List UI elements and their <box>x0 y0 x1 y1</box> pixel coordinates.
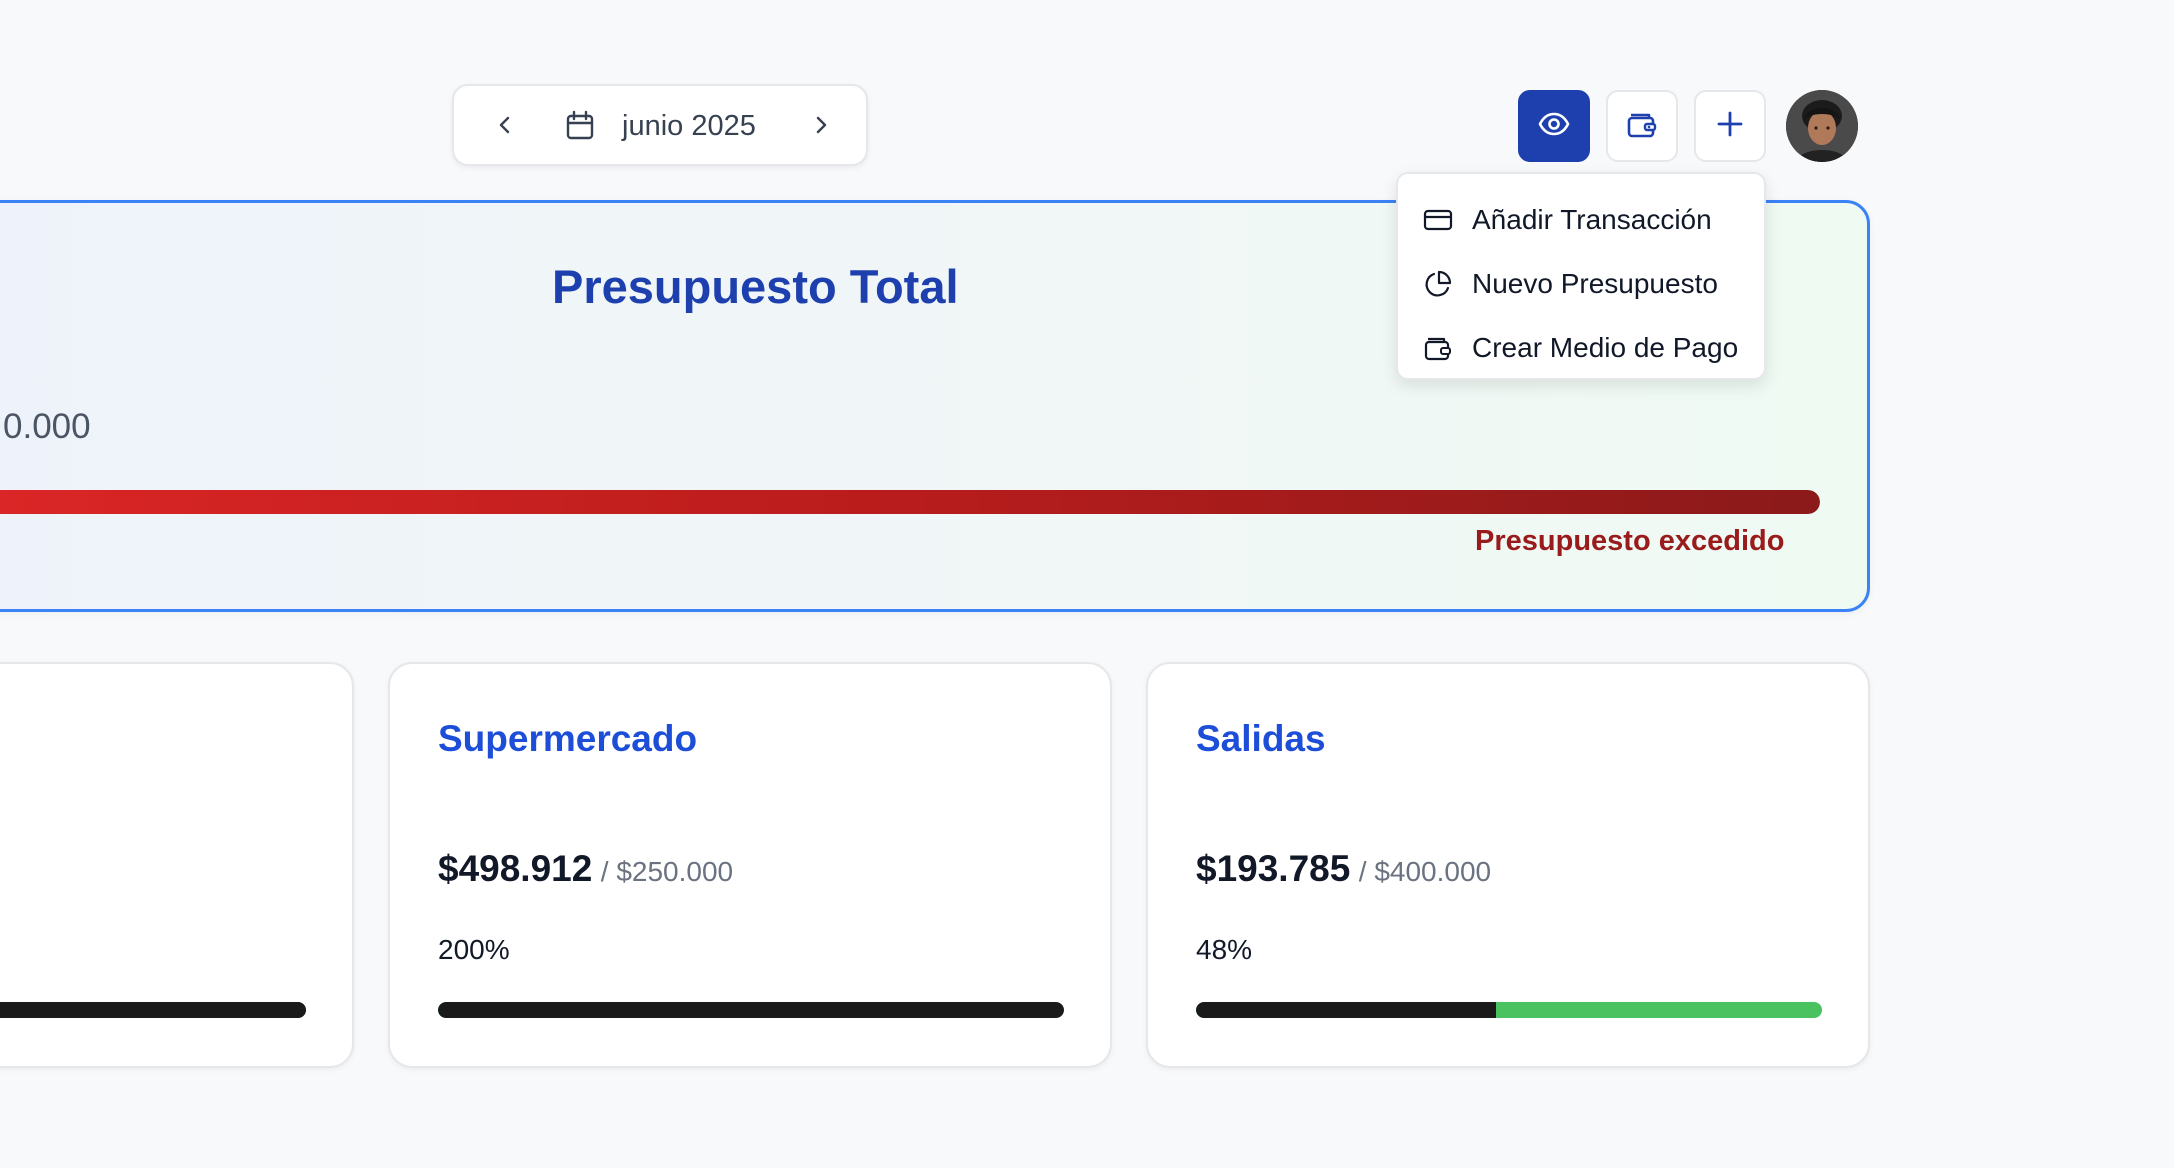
category-progress-fill <box>438 1002 1064 1018</box>
category-progress-bar <box>0 1002 306 1018</box>
category-progress-fill <box>1196 1002 1497 1018</box>
chevron-right-icon[interactable] <box>804 108 838 142</box>
menu-item-create-payment-method[interactable]: Crear Medio de Pago <box>1398 316 1764 380</box>
category-progress-bar <box>1196 1002 1822 1018</box>
category-percent: 200% <box>438 934 510 965</box>
payment-methods-button[interactable] <box>1606 90 1678 162</box>
month-picker: junio 2025 <box>452 84 868 166</box>
menu-item-label: Añadir Transacción <box>1472 204 1712 235</box>
category-percent: 48% <box>1196 934 1253 965</box>
category-title: Salidas <box>1196 718 1326 759</box>
category-spent: $498.912 <box>438 848 593 889</box>
view-toggle-button[interactable] <box>1518 90 1590 162</box>
menu-item-label: Nuevo Presupuesto <box>1472 268 1718 299</box>
category-card-supermercado[interactable]: Supermercado $498.912 / $250.000 200% <box>388 662 1112 1068</box>
menu-item-label: Crear Medio de Pago <box>1472 332 1739 363</box>
category-card[interactable] <box>0 662 354 1068</box>
category-card-salidas[interactable]: Salidas $193.785 / $400.000 48% <box>1146 662 1870 1068</box>
wallet-icon <box>1625 107 1659 146</box>
total-progress-fill <box>0 490 1820 514</box>
month-label: junio 2025 <box>622 110 756 142</box>
total-progress-bar <box>0 490 1820 514</box>
calendar-icon <box>562 108 598 144</box>
total-budget-title: Presupuesto Total <box>552 260 959 313</box>
total-budget-amount: 0.000 <box>3 407 91 446</box>
eye-icon <box>1537 107 1571 146</box>
chevron-left-icon[interactable] <box>488 108 522 142</box>
category-amounts: $193.785 / $400.000 <box>1196 848 1491 890</box>
pie-chart-icon <box>1422 268 1454 300</box>
category-progress-fill <box>0 1002 306 1018</box>
category-title: Supermercado <box>438 718 698 759</box>
category-progress-bar <box>438 1002 1064 1018</box>
category-amounts: $498.912 / $250.000 <box>438 848 733 890</box>
category-spent: $193.785 <box>1196 848 1351 889</box>
user-avatar[interactable] <box>1786 90 1858 162</box>
category-budget: / $250.000 <box>600 856 734 887</box>
add-dropdown-menu: Añadir Transacción Nuevo Presupuesto Cre… <box>1396 172 1766 380</box>
add-menu-button[interactable] <box>1694 90 1766 162</box>
category-budget: / $400.000 <box>1358 856 1492 887</box>
budget-dashboard: junio 2025 Presupuesto Total 0.000 Presu… <box>0 0 2174 1168</box>
menu-item-new-budget[interactable]: Nuevo Presupuesto <box>1398 252 1764 316</box>
plus-icon <box>1715 109 1745 144</box>
wallet-icon <box>1422 332 1454 364</box>
budget-exceeded-status: Presupuesto excedido <box>1475 525 1785 557</box>
menu-item-add-transaction[interactable]: Añadir Transacción <box>1398 188 1764 252</box>
credit-card-icon <box>1422 204 1454 236</box>
